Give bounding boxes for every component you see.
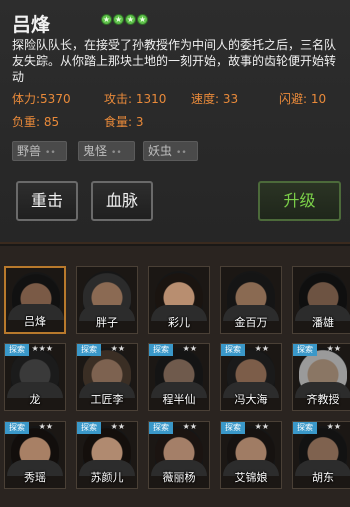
hero-card-name: 冯大海 [234,393,268,406]
tag-ghost-label: 鬼怪 [83,144,108,158]
tag-insect: 妖虫 •• [143,141,198,161]
hero-card-stars: ★★ [182,344,197,353]
tag-dots-icon: •• [176,148,187,158]
hero-card[interactable]: 探索 ★★ 冯大海 [220,343,282,411]
hero-name: 吕烽 [12,14,51,36]
hero-card-stars: ★★ [110,422,125,431]
bloodline-button[interactable]: 血脉 [91,181,153,221]
hero-card-name: 秀瑶 [24,471,46,484]
star-icon: ★ [125,14,136,25]
hero-card-name: 艾锦娘 [234,471,268,484]
hero-card-stars: ★★★ [31,344,53,353]
strike-button[interactable]: 重击 [16,181,78,221]
explore-badge: 探索 [77,344,101,356]
tag-ghost: 鬼怪 •• [78,141,135,161]
hero-card-name: 彩儿 [168,316,190,329]
upgrade-button[interactable]: 升级 [258,181,341,221]
explore-badge: 探索 [149,344,173,356]
hero-card[interactable]: 彩儿 [148,266,210,334]
hero-card-name: 薇丽杨 [162,471,196,484]
hero-card-stars: ★★ [254,422,269,431]
hero-card[interactable]: 探索 ★★ 苏颜儿 [76,421,138,489]
hero-card[interactable]: 探索 ★★ 工匠李 [76,343,138,411]
hero-card-stars: ★★ [326,344,341,353]
explore-badge: 探索 [5,422,29,434]
explore-badge: 探索 [5,344,29,356]
tag-dots-icon: •• [111,148,122,158]
stat-load: 负重: 85 [12,115,60,129]
hero-card-name: 齐教授 [306,393,340,406]
hero-detail-panel: 吕烽 ★ ★ ★ ★ 探险队队长，在接受了孙教授作为中间人的委托之后，三名队友失踪。从… [0,0,350,244]
hero-card[interactable]: 探索 ★★ 胡东 [292,421,350,489]
hero-card-name: 金百万 [234,316,268,329]
hero-roster-grid: 吕烽 胖子 彩儿 金百万 潘雄 探索 ★★★ 龙探索 ★★ 工匠李 探索 ★★ 程半仙 探索 ★★ 冯大海 探索… [0,246,350,507]
hero-card-stars: ★★ [38,422,53,431]
stat-speed: 速度: 33 [191,92,239,106]
star-icon: ★ [101,14,112,25]
explore-badge: 探索 [293,344,317,356]
explore-badge: 探索 [221,344,245,356]
tag-insect-label: 妖虫 [148,144,173,158]
hero-card-name: 工匠李 [90,393,124,406]
stat-hp: 体力:5370 [12,92,71,106]
hero-card[interactable]: 探索 ★★ 艾锦娘 [220,421,282,489]
stat-attack: 攻击: 1310 [104,92,167,106]
hero-card[interactable]: 探索 ★★ 齐教授 [292,343,350,411]
stat-food: 食量: 3 [104,115,144,129]
star-icon: ★ [113,14,124,25]
hero-star-rating: ★ ★ ★ ★ [101,14,148,25]
hero-card-stars: ★★ [254,344,269,353]
explore-badge: 探索 [77,422,101,434]
hero-card[interactable]: 探索 ★★ 薇丽杨 [148,421,210,489]
explore-badge: 探索 [221,422,245,434]
hero-card-name: 龙 [29,393,41,406]
stat-dodge: 闪避: 10 [279,92,327,106]
hero-card-name: 程半仙 [162,393,196,406]
star-icon: ★ [137,14,148,25]
explore-badge: 探索 [149,422,173,434]
hero-card[interactable]: 潘雄 [292,266,350,334]
hero-card-name: 胖子 [96,316,118,329]
tag-dots-icon: •• [45,148,56,158]
hero-card-stars: ★★ [182,422,197,431]
hero-card-name: 潘雄 [312,316,334,329]
tag-beast: 野兽 •• [12,141,67,161]
hero-card-name: 吕烽 [24,315,46,328]
hero-card[interactable]: 金百万 [220,266,282,334]
hero-card[interactable]: 探索 ★★ 程半仙 [148,343,210,411]
hero-card-name: 胡东 [312,471,334,484]
hero-card[interactable]: 吕烽 [4,266,66,334]
hero-card-stars: ★★ [110,344,125,353]
hero-card[interactable]: 胖子 [76,266,138,334]
tag-beast-label: 野兽 [17,144,42,158]
hero-card-name: 苏颜儿 [90,471,124,484]
hero-card[interactable]: 探索 ★★★ 龙 [4,343,66,411]
hero-card[interactable]: 探索 ★★ 秀瑶 [4,421,66,489]
hero-card-stars: ★★ [326,422,341,431]
hero-description: 探险队队长，在接受了孙教授作为中间人的委托之后，三名队友失踪。从你踏上那块土地的… [12,38,337,84]
explore-badge: 探索 [293,422,317,434]
